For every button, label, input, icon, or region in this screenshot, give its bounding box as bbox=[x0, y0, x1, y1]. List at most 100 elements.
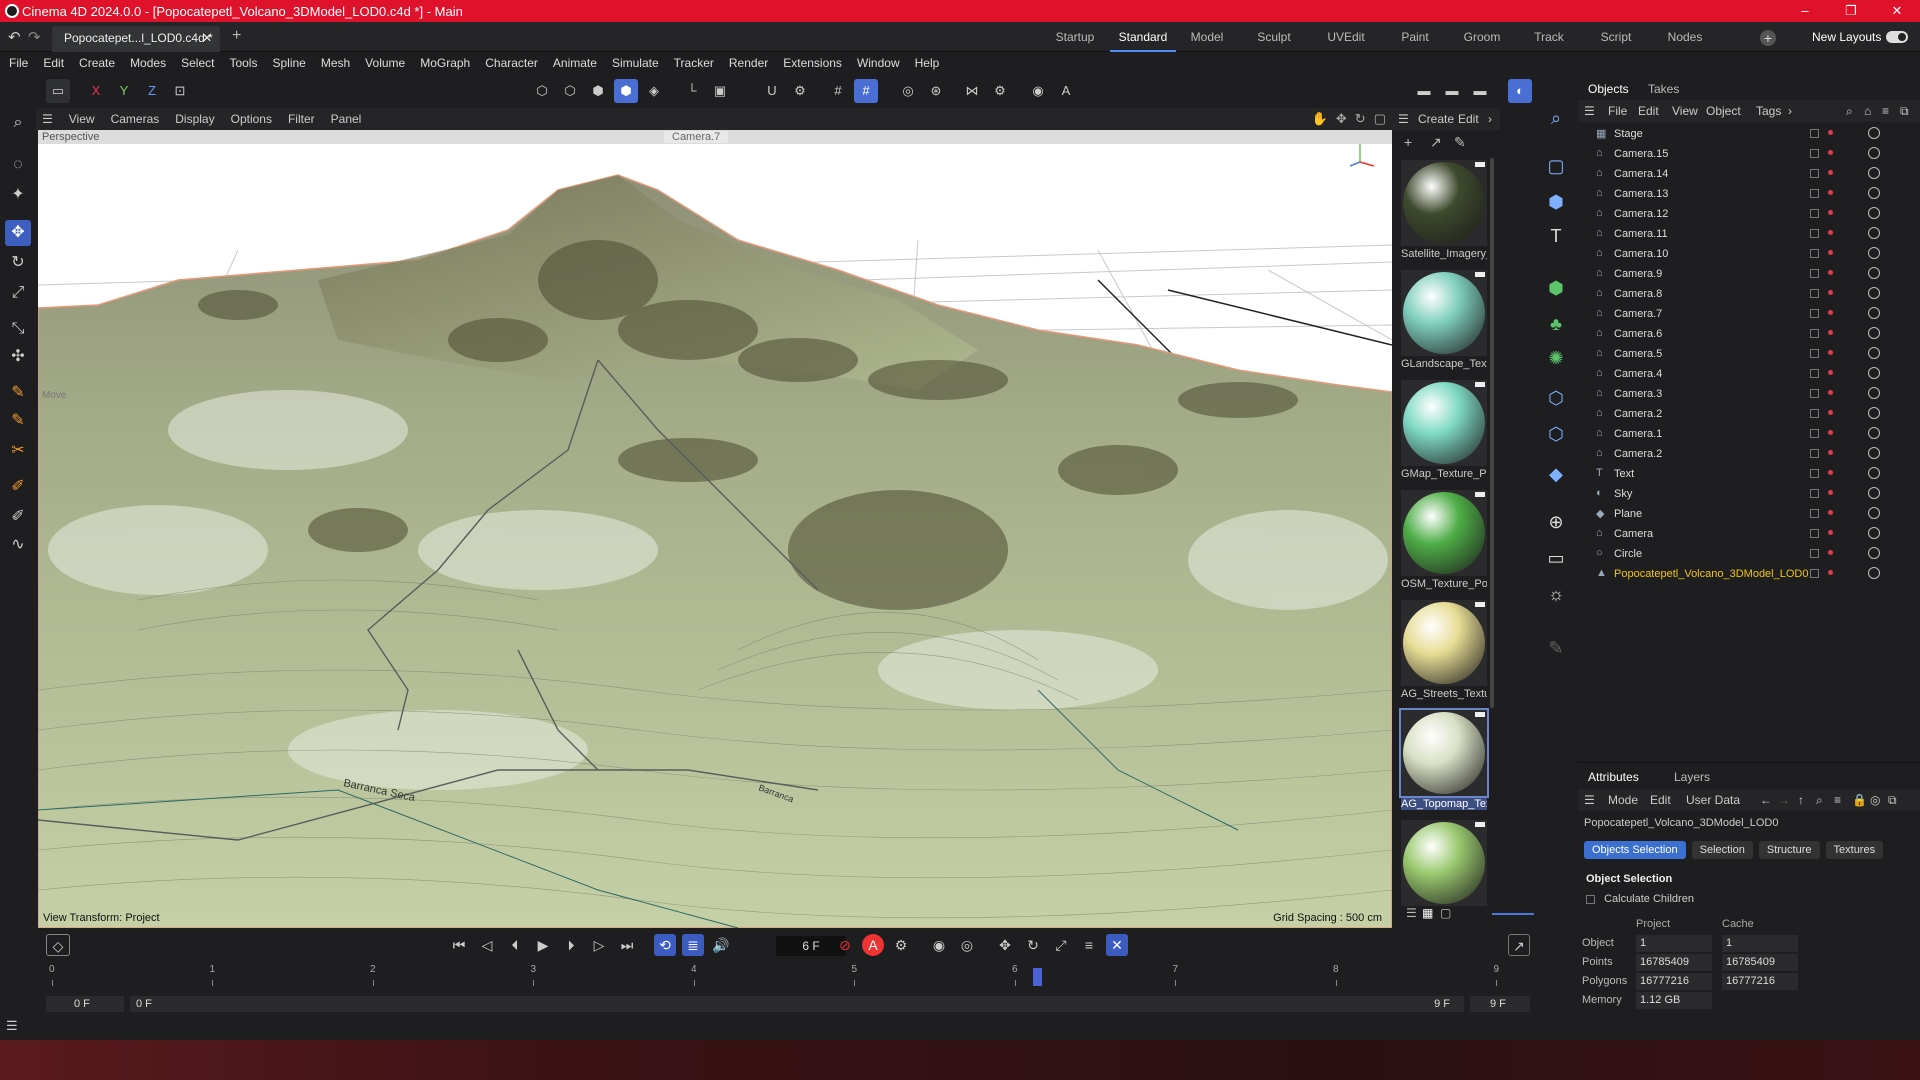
layer-checkbox[interactable] bbox=[1810, 469, 1819, 478]
layout-tab-model[interactable]: Model bbox=[1176, 22, 1238, 52]
menu-tracker[interactable]: Tracker bbox=[674, 56, 714, 70]
visibility-dot[interactable] bbox=[1828, 430, 1833, 435]
coordinate-system-icon[interactable]: ⊡ bbox=[168, 79, 192, 103]
object-name[interactable]: Camera.11 bbox=[1614, 228, 1668, 240]
rotate-tool-icon[interactable]: ↻ bbox=[5, 250, 31, 276]
tag-icon[interactable] bbox=[1868, 527, 1880, 539]
menu-create[interactable]: Create bbox=[79, 56, 115, 70]
menu-select[interactable]: Select bbox=[181, 56, 214, 70]
viewport-menu-options[interactable]: Options bbox=[231, 112, 272, 126]
chevron-right-icon[interactable]: › bbox=[1488, 112, 1492, 126]
symmetry-settings-icon[interactable]: ⚙ bbox=[988, 79, 1012, 103]
tag-icon[interactable] bbox=[1868, 567, 1880, 579]
layer-checkbox[interactable] bbox=[1810, 389, 1819, 398]
layout-tab-startup[interactable]: Startup bbox=[1040, 22, 1110, 52]
layer-checkbox[interactable] bbox=[1810, 209, 1819, 218]
object-name[interactable]: Camera.2 bbox=[1614, 448, 1662, 460]
tag-icon[interactable] bbox=[1868, 187, 1880, 199]
filter-icon[interactable]: ≡ bbox=[1834, 793, 1841, 807]
object-row[interactable]: ⌂ Camera.1 bbox=[1578, 424, 1920, 444]
tag-icon[interactable] bbox=[1868, 387, 1880, 399]
tag-icon[interactable] bbox=[1868, 427, 1880, 439]
z-axis-button[interactable]: Z bbox=[140, 79, 164, 103]
camera-icon[interactable]: ▭ bbox=[1542, 544, 1570, 572]
object-row[interactable]: ⌂ Camera.2 bbox=[1578, 404, 1920, 424]
tag-icon[interactable] bbox=[1868, 127, 1880, 139]
menu-window[interactable]: Window bbox=[857, 56, 900, 70]
environment-icon[interactable]: ⊕ bbox=[1542, 508, 1570, 536]
object-menu-view[interactable]: View bbox=[1672, 104, 1698, 118]
attr-button-objects-selection[interactable]: Objects Selection bbox=[1584, 841, 1686, 859]
maximize-button[interactable]: ❐ bbox=[1828, 0, 1874, 22]
polygons-mode-icon[interactable]: ⬢ bbox=[586, 79, 610, 103]
status-menu-icon[interactable]: ☰ bbox=[6, 1018, 18, 1034]
visibility-dot[interactable] bbox=[1828, 130, 1833, 135]
layout-tab-paint[interactable]: Paint bbox=[1382, 22, 1448, 52]
parameter-key-icon[interactable]: ≡ bbox=[1078, 934, 1100, 956]
visibility-dot[interactable] bbox=[1828, 270, 1833, 275]
selection-tools-icon[interactable]: ✦ bbox=[5, 182, 31, 208]
attribute-menu-edit[interactable]: Edit bbox=[1650, 793, 1671, 807]
brush-icon[interactable]: ✎ bbox=[1542, 634, 1570, 662]
material-hamburger-icon[interactable]: ☰ bbox=[1398, 112, 1409, 126]
object-row[interactable]: ⌂ Camera.15 bbox=[1578, 144, 1920, 164]
auto-keying-icon[interactable]: A bbox=[862, 934, 884, 956]
object-row[interactable]: ▦ Stage bbox=[1578, 124, 1920, 144]
keyframe-selection-icon[interactable]: ◉ bbox=[928, 934, 950, 956]
chevron-right-icon[interactable]: › bbox=[1788, 104, 1792, 118]
go-to-start-icon[interactable]: ⏮ bbox=[448, 934, 470, 956]
point-level-icon[interactable]: ✕ bbox=[1106, 934, 1128, 956]
object-row[interactable]: ⌂ Camera.8 bbox=[1578, 284, 1920, 304]
object-row[interactable]: T Text bbox=[1578, 464, 1920, 484]
layout-tab-nodes[interactable]: Nodes bbox=[1650, 22, 1720, 52]
picker-icon[interactable]: ✎ bbox=[1454, 134, 1466, 151]
axis-mode-icon[interactable]: └ bbox=[680, 79, 704, 103]
x-axis-button[interactable]: X bbox=[84, 79, 108, 103]
symmetry-icon[interactable]: ⋈ bbox=[960, 79, 984, 103]
deformer-icon[interactable]: ⬡ bbox=[1542, 384, 1570, 412]
attr-button-textures[interactable]: Textures bbox=[1825, 841, 1884, 859]
undo-icon[interactable]: ↶ bbox=[8, 28, 21, 46]
object-row[interactable]: ▲ Popocatepetl_Volcano_3DModel_LOD0 bbox=[1578, 564, 1920, 584]
layer-checkbox[interactable] bbox=[1810, 289, 1819, 298]
layer-checkbox[interactable] bbox=[1810, 409, 1819, 418]
cube-icon[interactable]: ⬢ bbox=[1542, 188, 1570, 216]
layer-checkbox[interactable] bbox=[1810, 569, 1819, 578]
spline-edit-icon[interactable]: ✂ bbox=[5, 438, 31, 464]
transform-tool-icon[interactable]: ⤡ bbox=[5, 316, 31, 342]
layout-tab-groom[interactable]: Groom bbox=[1448, 22, 1516, 52]
material-item[interactable]: AG_Streets_Textur bbox=[1401, 600, 1487, 710]
start-frame-field[interactable]: 0 F bbox=[46, 996, 124, 1012]
object-menu-file[interactable]: File bbox=[1608, 104, 1627, 118]
model-mode-icon[interactable]: ⬢ bbox=[614, 79, 638, 103]
tab-objects[interactable]: Objects bbox=[1588, 82, 1629, 96]
menu-animate[interactable]: Animate bbox=[553, 56, 597, 70]
viewport-menu-display[interactable]: Display bbox=[175, 112, 214, 126]
object-name[interactable]: Camera.5 bbox=[1614, 348, 1662, 360]
object-name[interactable]: Camera.9 bbox=[1614, 268, 1662, 280]
grid-snap-icon[interactable]: # bbox=[826, 79, 850, 103]
object-row[interactable]: ◆ Plane bbox=[1578, 504, 1920, 524]
object-row[interactable]: ⌂ Camera.14 bbox=[1578, 164, 1920, 184]
object-name[interactable]: Stage bbox=[1614, 128, 1643, 140]
scale-tool-icon[interactable]: ⤢ bbox=[5, 280, 31, 306]
tab-attributes[interactable]: Attributes bbox=[1588, 770, 1639, 784]
tab-layers[interactable]: Layers bbox=[1674, 770, 1710, 784]
move-tool-icon[interactable]: ✥ bbox=[5, 220, 31, 246]
layer-checkbox[interactable] bbox=[1810, 349, 1819, 358]
enable-snap-icon[interactable]: U bbox=[760, 79, 784, 103]
material-item[interactable]: GMap_Texture_Po bbox=[1401, 380, 1487, 490]
object-row[interactable]: ⌂ Camera.12 bbox=[1578, 204, 1920, 224]
effector-icon[interactable]: ⬡ bbox=[1542, 420, 1570, 448]
tag-icon[interactable] bbox=[1868, 367, 1880, 379]
paint-tool-icon[interactable]: ✐ bbox=[5, 474, 31, 500]
visibility-dot[interactable] bbox=[1828, 490, 1833, 495]
object-name[interactable]: Camera.10 bbox=[1614, 248, 1668, 260]
primitive-cube-icon[interactable]: ▢ bbox=[1542, 152, 1570, 180]
generator-icon[interactable]: ⬢ bbox=[1542, 274, 1570, 302]
visibility-dot[interactable] bbox=[1828, 310, 1833, 315]
tag-icon[interactable] bbox=[1868, 547, 1880, 559]
active-camera-label[interactable]: Camera.7 bbox=[664, 131, 729, 143]
new-window-icon[interactable]: ⧉ bbox=[1888, 793, 1897, 808]
viewport-menu-panel[interactable]: Panel bbox=[331, 112, 362, 126]
